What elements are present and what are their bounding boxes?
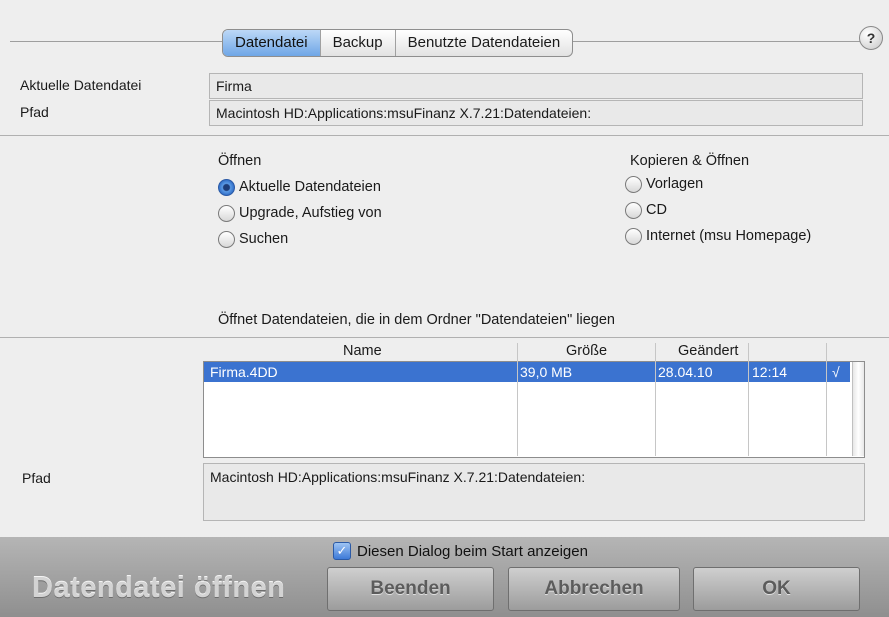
help-icon[interactable]: ? — [859, 26, 883, 50]
column-separator — [655, 343, 656, 456]
checkbox-label: Diesen Dialog beim Start anzeigen — [357, 542, 588, 560]
column-separator — [517, 343, 518, 456]
path-label: Pfad — [22, 470, 51, 486]
radio-icon[interactable] — [218, 230, 235, 248]
column-separator — [748, 343, 749, 456]
current-file-field: Firma — [209, 73, 863, 99]
open-description: Öffnet Datendateien, die in dem Ordner "… — [218, 312, 615, 328]
open-options: Aktuelle Datendateien Upgrade, Aufstieg … — [218, 174, 382, 252]
current-path-label: Pfad — [20, 104, 49, 120]
radio-label: CD — [646, 202, 667, 218]
radio-selected-icon[interactable] — [218, 178, 235, 196]
tab-datendatei[interactable]: Datendatei — [223, 30, 321, 56]
file-name-cell: Firma.4DD — [210, 364, 278, 380]
divider — [0, 337, 889, 338]
copy-group-title: Kopieren & Öffnen — [630, 153, 750, 169]
radio-vorlagen[interactable]: Vorlagen — [625, 171, 811, 197]
table-scrollbar[interactable] — [852, 362, 864, 456]
file-time-cell: 12:14 — [752, 364, 788, 380]
radio-suchen[interactable]: Suchen — [218, 226, 382, 252]
radio-cd[interactable]: CD — [625, 197, 811, 223]
radio-label: Upgrade, Aufstieg von — [239, 205, 382, 221]
column-header-size[interactable]: Größe — [566, 343, 607, 359]
path-field: Macintosh HD:Applications:msuFinanz X.7.… — [203, 463, 865, 521]
radio-label: Suchen — [239, 231, 289, 247]
divider — [0, 135, 889, 136]
radio-icon[interactable] — [625, 227, 642, 245]
quit-button[interactable]: Beenden — [327, 567, 494, 611]
check-mark-icon: √ — [832, 364, 840, 380]
tab-backup[interactable]: Backup — [321, 30, 396, 56]
radio-label: Vorlagen — [646, 176, 704, 192]
open-group-title: Öffnen — [218, 153, 262, 169]
column-separator — [826, 343, 827, 456]
dialog-title: Datendatei öffnen — [32, 572, 286, 604]
radio-aktuelle-datendateien[interactable]: Aktuelle Datendateien — [218, 174, 382, 200]
file-size-cell: 39,0 MB — [520, 364, 573, 380]
radio-internet[interactable]: Internet (msu Homepage) — [625, 223, 811, 249]
ok-button[interactable]: OK — [693, 567, 860, 611]
column-header-changed[interactable]: Geändert — [678, 343, 738, 359]
current-file-label: Aktuelle Datendatei — [20, 77, 142, 93]
checkbox-checked-icon[interactable]: ✓ — [333, 542, 351, 560]
radio-upgrade[interactable]: Upgrade, Aufstieg von — [218, 200, 382, 226]
radio-icon[interactable] — [625, 175, 642, 193]
copy-options: Vorlagen CD Internet (msu Homepage) — [625, 171, 811, 249]
column-header-name[interactable]: Name — [343, 343, 382, 359]
radio-label: Internet (msu Homepage) — [646, 228, 812, 244]
tab-benutzte-datendateien[interactable]: Benutzte Datendateien — [396, 30, 573, 56]
show-dialog-checkbox-row[interactable]: ✓ Diesen Dialog beim Start anzeigen — [333, 542, 588, 560]
radio-icon[interactable] — [218, 204, 235, 222]
cancel-button[interactable]: Abbrechen — [508, 567, 680, 611]
file-date-cell: 28.04.10 — [658, 364, 713, 380]
tab-bar: Datendatei Backup Benutzte Datendateien — [222, 29, 574, 57]
radio-icon[interactable] — [625, 201, 642, 219]
current-path-field: Macintosh HD:Applications:msuFinanz X.7.… — [209, 100, 863, 126]
radio-label: Aktuelle Datendateien — [239, 179, 381, 195]
